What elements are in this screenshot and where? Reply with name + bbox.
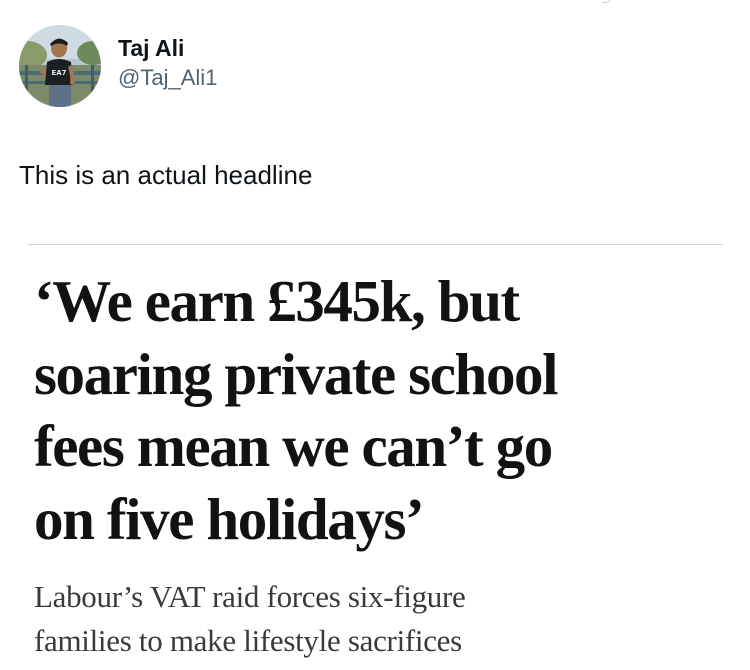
headline-line: on five holidays’: [34, 485, 425, 552]
standfirst-line: families to make lifestyle sacrifices: [34, 623, 462, 658]
media-image[interactable]: ‘We earn £345k, but soaring private scho…: [28, 244, 723, 670]
display-name[interactable]: Taj Ali: [118, 33, 217, 63]
top-edge-mark: [602, 0, 610, 3]
author-block: Taj Ali @Taj_Ali1: [118, 33, 217, 92]
avatar-photo: EA7: [19, 25, 101, 107]
article-divider: [28, 244, 723, 245]
tweet: EA7 Taj Ali @Taj_Ali1 This is an actual …: [0, 0, 750, 670]
avatar[interactable]: EA7: [19, 25, 101, 107]
headline-line: soaring private school: [34, 340, 559, 407]
headline-line: fees mean we can’t go: [34, 413, 553, 479]
headline-line: ‘We earn £345k, but: [34, 268, 520, 334]
tweet-text: This is an actual headline: [19, 160, 313, 190]
svg-text:EA7: EA7: [51, 69, 66, 77]
standfirst-line: Labour’s VAT raid forces six-figure: [34, 579, 466, 614]
article-headline: ‘We earn £345k, but soaring private scho…: [34, 265, 723, 555]
article-standfirst: Labour’s VAT raid forces six-figure fami…: [34, 575, 723, 663]
user-handle[interactable]: @Taj_Ali1: [118, 64, 217, 92]
